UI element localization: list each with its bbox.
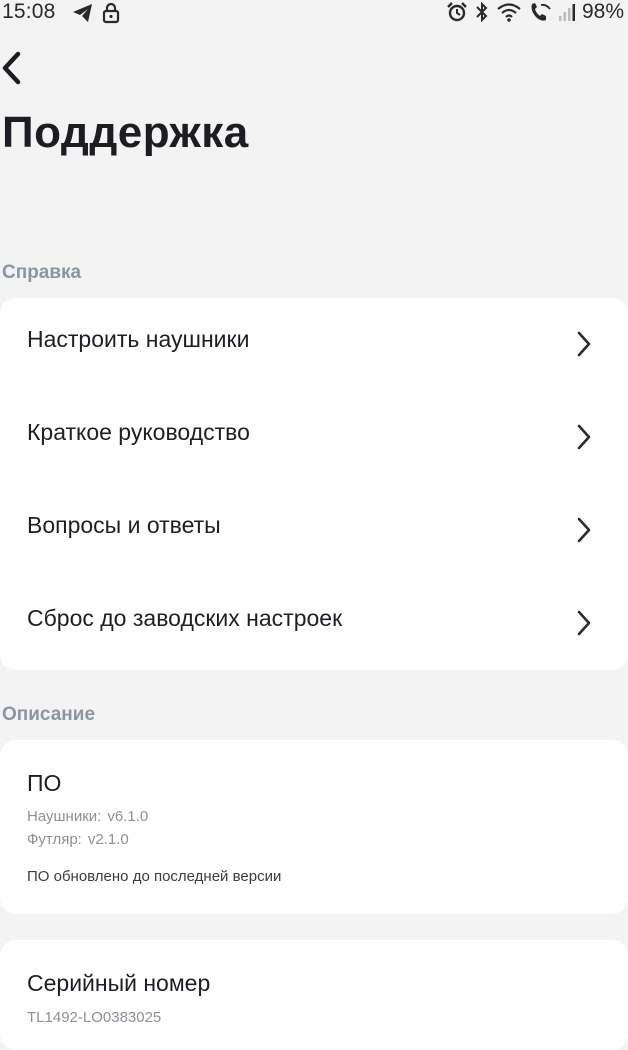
- bluetooth-icon: [476, 1, 488, 23]
- earbuds-version-value: v6.1.0: [107, 808, 149, 825]
- status-right-icons: 98%: [446, 0, 624, 24]
- menu-item-label: Сброс до заводских настроек: [27, 605, 343, 631]
- case-version-label: Футляр:: [27, 831, 82, 848]
- status-left-icons: [72, 2, 120, 24]
- chevron-right-icon: [577, 424, 591, 450]
- signal-icon: [558, 4, 575, 21]
- page-title: Поддержка: [2, 108, 249, 157]
- menu-item-label: Краткое руководство: [27, 419, 250, 445]
- alarm-icon: [447, 2, 467, 22]
- menu-item-setup-headphones[interactable]: Настроить наушники: [0, 298, 628, 390]
- firmware-status: ПО обновлено до последней версии: [27, 868, 282, 885]
- serial-value: TL1492-LO0383025: [27, 1009, 162, 1026]
- chevron-right-icon: [577, 610, 591, 636]
- firmware-title: ПО: [27, 770, 62, 796]
- battery-percent: 98%: [581, 0, 624, 23]
- serial-title: Серийный номер: [27, 970, 211, 996]
- case-version-value: v2.1.0: [87, 831, 129, 848]
- menu-item-factory-reset[interactable]: Сброс до заводских настроек: [0, 577, 628, 669]
- status-bar: 15:08 98%: [0, 0, 628, 26]
- menu-item-label: Настроить наушники: [27, 326, 250, 352]
- section-label-description: Описание: [2, 704, 96, 725]
- firmware-card: ПО Наушники: v6.1.0 Футляр: v2.1.0 ПО обно…: [0, 740, 628, 914]
- wifi-icon: [497, 3, 521, 22]
- serial-card: Серийный номер TL1492-LO0383025: [0, 940, 628, 1050]
- back-button[interactable]: [0, 50, 32, 86]
- chevron-right-icon: [577, 517, 591, 543]
- menu-item-faq[interactable]: Вопросы и ответы: [0, 484, 628, 576]
- lock-icon: [102, 2, 120, 24]
- chevron-right-icon: [577, 331, 591, 357]
- case-version-line: Футляр: v2.1.0: [27, 831, 129, 848]
- earbuds-version-line: Наушники: v6.1.0: [27, 808, 148, 825]
- menu-item-label: Вопросы и ответы: [27, 512, 221, 538]
- menu-item-quick-guide[interactable]: Краткое руководство: [0, 391, 628, 483]
- status-time: 15:08: [2, 0, 56, 23]
- help-card: Настроить наушники Краткое руководство В…: [0, 298, 628, 670]
- section-label-help: Справка: [2, 262, 82, 283]
- telegram-icon: [73, 4, 92, 22]
- back-arrow-icon: [2, 51, 21, 85]
- earbuds-version-label: Наушники:: [27, 808, 102, 825]
- wifi-call-icon: [531, 3, 551, 21]
